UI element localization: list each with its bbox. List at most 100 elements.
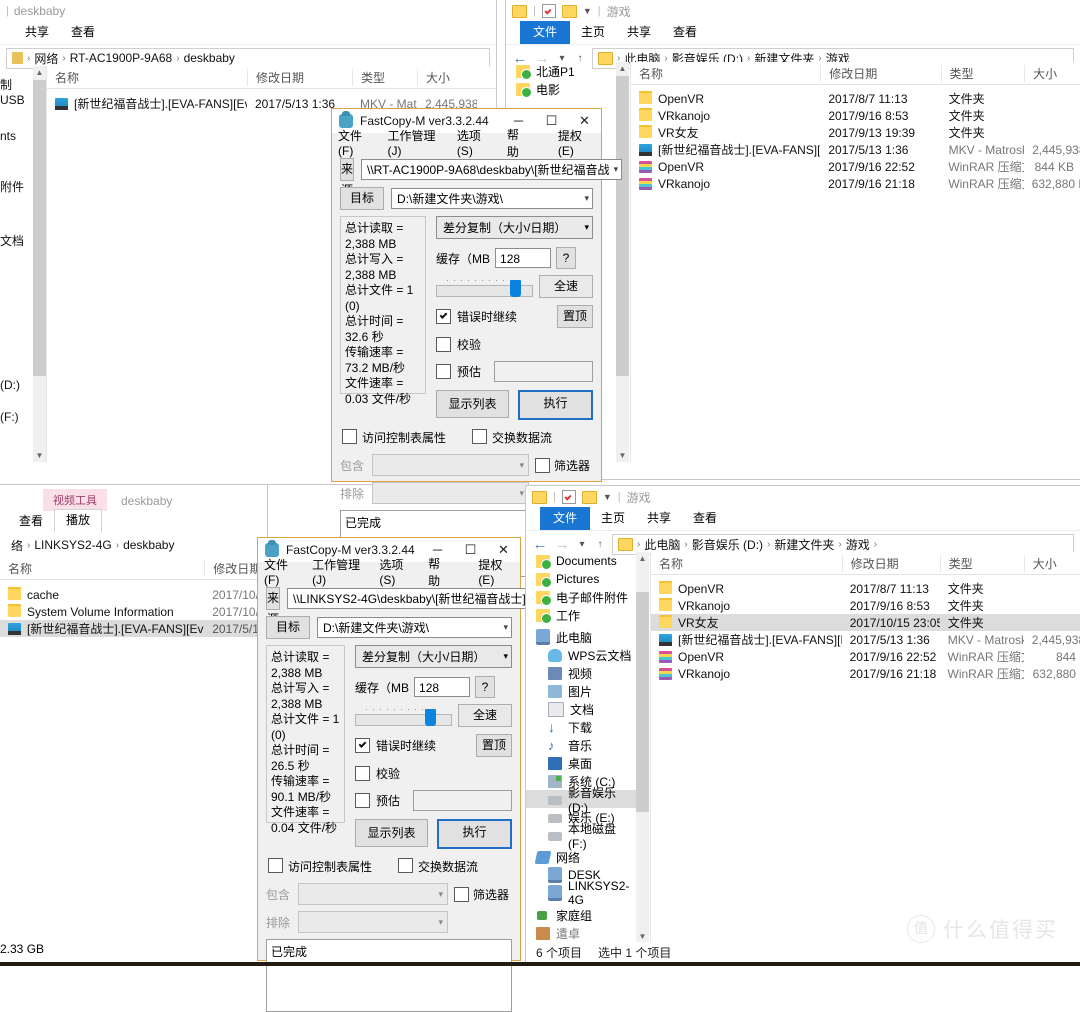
contextual-tab-group[interactable]: 视频工具 bbox=[43, 489, 107, 511]
tab-home[interactable]: 主页 bbox=[590, 508, 636, 530]
tab-file[interactable]: 文件 bbox=[540, 507, 591, 530]
full-speed-button[interactable]: 全速 bbox=[539, 275, 593, 298]
tree-item-drive-d[interactable]: 影音娱乐 (D:) bbox=[526, 786, 636, 815]
continue-on-error-checkbox[interactable] bbox=[355, 738, 370, 753]
tree-item-email-attachments[interactable]: 电子邮件附件 bbox=[526, 588, 636, 606]
column-headers[interactable]: 名称 修改日期 类型 大小 bbox=[631, 62, 1080, 85]
tree-item-videos[interactable]: 视频 bbox=[526, 664, 636, 682]
source-input[interactable]: \\LINKSYS2-4G\deskbaby\[新世纪福音战士].[E ▾ bbox=[287, 588, 553, 609]
help-button[interactable]: ? bbox=[556, 247, 577, 269]
target-button[interactable]: 目标 bbox=[266, 616, 310, 639]
column-name[interactable]: 名称 bbox=[0, 560, 204, 577]
target-input[interactable]: D:\新建文件夹\游戏\ ▾ bbox=[317, 617, 512, 638]
cell-name[interactable]: VR女友 bbox=[651, 614, 842, 631]
cell-name[interactable]: [新世纪福音战士].[EVA-FANS][Evangeli... bbox=[47, 95, 247, 112]
cell-name[interactable]: VRkanojo bbox=[651, 667, 842, 681]
table-row[interactable]: VR女友 2017/9/13 19:39 文件夹 bbox=[631, 124, 1080, 141]
tree-item-beitong[interactable]: 北通P1 bbox=[506, 62, 616, 80]
cell-name[interactable]: [新世纪福音战士].[EVA-FANS][Evangeli... bbox=[651, 631, 842, 648]
nav-scroll-thumb[interactable] bbox=[33, 80, 46, 376]
table-row[interactable]: [新世纪福音战士].[EVA-FANS][Evangeli... 2017/5/… bbox=[651, 631, 1080, 648]
cell-name[interactable]: [新世纪福音战士].[EVA-FANS][Evangeli... bbox=[0, 620, 204, 637]
tree-item-docs-frag[interactable]: 文档 bbox=[0, 232, 24, 249]
source-button[interactable]: 来源 bbox=[266, 587, 281, 626]
menubar-fastcopy-top[interactable]: 文件(F) 工作管理(J) 选项(S) 帮助 提权(E) bbox=[332, 128, 601, 159]
table-row[interactable]: VRkanojo 2017/9/16 21:18 WinRAR 压缩文件 632… bbox=[651, 665, 1080, 682]
column-size[interactable]: 大小 bbox=[1024, 64, 1080, 82]
file-list-network[interactable]: 名称 修改日期 类型 大小 [新世纪福音战士].[EVA-FANS][Evang… bbox=[47, 66, 496, 112]
navigation-pane-games-bottom[interactable]: Documents Pictures 电子邮件附件 工作 此电脑 WPS云文档 … bbox=[526, 552, 636, 942]
menubar-fastcopy-bottom[interactable]: 文件(F) 工作管理(J) 选项(S) 帮助 提权(E) bbox=[258, 557, 520, 588]
properties-icon[interactable] bbox=[561, 490, 576, 504]
chevron-down-icon[interactable]: ▾ bbox=[519, 460, 524, 471]
new-folder-icon[interactable] bbox=[581, 490, 597, 504]
filter-checkbox[interactable] bbox=[535, 457, 550, 473]
cache-input[interactable]: 128 bbox=[495, 248, 552, 268]
scroll-up-icon[interactable]: ▲ bbox=[636, 552, 649, 565]
cell-name[interactable]: OpenVR bbox=[651, 581, 842, 596]
acl-checkbox[interactable] bbox=[342, 429, 357, 444]
menu-elevate[interactable]: 提权(E) bbox=[558, 127, 601, 158]
ribbon-tabs-linksys[interactable]: 查看 播放 bbox=[0, 509, 267, 533]
table-row[interactable]: [新世纪福音战士].[EVA-FANS][Evangeli... 2017/5/… bbox=[0, 620, 267, 637]
menu-jobmgmt[interactable]: 工作管理(J) bbox=[312, 556, 364, 587]
column-date[interactable]: 修改日期 bbox=[841, 554, 940, 572]
tab-view[interactable]: 查看 bbox=[662, 22, 708, 44]
target-input[interactable]: D:\新建文件夹\游戏\ ▾ bbox=[391, 188, 593, 209]
up-icon[interactable]: ↑ bbox=[594, 539, 606, 550]
table-row[interactable]: System Volume Information 2017/10/15 bbox=[0, 603, 267, 620]
tab-share[interactable]: 共享 bbox=[636, 508, 682, 530]
tree-item-documents[interactable]: Documents bbox=[526, 552, 636, 570]
scroll-up-icon[interactable]: ▲ bbox=[616, 62, 629, 75]
nav-pane-scrollbar[interactable]: ▲ ▼ bbox=[33, 66, 46, 462]
nav-pane-scrollbar-games-bottom[interactable]: ▲ ▼ bbox=[636, 552, 649, 943]
tree-item-documents-frag[interactable]: nts bbox=[0, 129, 16, 143]
scroll-down-icon[interactable]: ▼ bbox=[33, 449, 46, 462]
altstream-checkbox-wrap[interactable]: 交换数据流 bbox=[472, 429, 552, 446]
ribbon-tabs-games-bottom[interactable]: 文件 主页 共享 查看 bbox=[526, 507, 1080, 530]
cell-name[interactable]: VRkanojo bbox=[631, 177, 820, 191]
breadcrumb-linksys[interactable]: LINKSYS2-4G bbox=[34, 538, 111, 552]
filter-wrap[interactable]: 筛选器 bbox=[535, 457, 593, 474]
exclude-input[interactable]: ▾ bbox=[372, 482, 529, 504]
tree-item-drive-d-frag[interactable]: (D:) bbox=[0, 378, 20, 392]
tree-item-music[interactable]: 音乐 bbox=[526, 736, 636, 754]
chevron-down-icon[interactable]: ▾ bbox=[438, 917, 443, 928]
window-linksys-deskbaby[interactable]: 视频工具 deskbaby 查看 播放 络 › LINKSYS2-4G › de… bbox=[0, 485, 268, 966]
altstream-checkbox[interactable] bbox=[398, 858, 414, 873]
filter-wrap[interactable]: 筛选器 bbox=[454, 886, 512, 903]
altstream-checkbox[interactable] bbox=[472, 429, 488, 444]
tab-view[interactable]: 查看 bbox=[60, 22, 106, 44]
chevron-down-icon[interactable]: ▾ bbox=[499, 622, 508, 633]
verify-row[interactable]: 校验 bbox=[355, 765, 512, 782]
tree-item-network[interactable]: 网络 bbox=[526, 848, 636, 866]
estimate-checkbox[interactable] bbox=[355, 793, 370, 808]
table-row[interactable]: VRkanojo 2017/9/16 8:53 文件夹 bbox=[651, 597, 1080, 614]
breadcrumb-deskbaby[interactable]: deskbaby bbox=[123, 538, 174, 552]
column-headers[interactable]: 名称 修改日期 类型 大小 bbox=[47, 66, 496, 89]
copy-mode-select[interactable]: 差分复制（大小/日期） ▾ bbox=[355, 645, 512, 668]
cell-name[interactable]: VR女友 bbox=[631, 124, 820, 141]
chevron-down-icon[interactable]: ▾ bbox=[610, 164, 619, 175]
source-button[interactable]: 来源 bbox=[340, 158, 355, 197]
tree-item-desktop[interactable]: 桌面 bbox=[526, 754, 636, 772]
menu-file[interactable]: 文件(F) bbox=[264, 556, 297, 587]
copy-mode-select[interactable]: 差分复制（大小/日期） ▾ bbox=[436, 216, 593, 239]
breadcrumb[interactable]: 络 › LINKSYS2-4G › deskbaby bbox=[6, 535, 261, 555]
tab-view[interactable]: 查看 bbox=[8, 511, 54, 533]
column-headers[interactable]: 名称 修改日期 bbox=[0, 557, 267, 580]
navigation-pane-games-top[interactable]: 北通P1 电影 bbox=[506, 62, 616, 98]
continue-on-error-row[interactable]: 错误时继续 置顶 bbox=[436, 305, 593, 328]
table-row[interactable]: VR女友 2017/10/15 23:05 文件夹 bbox=[651, 614, 1080, 631]
table-row[interactable]: cache 2017/10/15 bbox=[0, 586, 267, 603]
table-row[interactable]: OpenVR 2017/8/7 11:13 文件夹 bbox=[631, 90, 1080, 107]
window-games-bottom[interactable]: | ▼ | 游戏 文件 主页 共享 查看 ← → ▾ ↑ › 此电脑 › 影音娱… bbox=[525, 485, 1080, 966]
menu-jobmgmt[interactable]: 工作管理(J) bbox=[387, 127, 441, 158]
tab-share[interactable]: 共享 bbox=[14, 22, 60, 44]
breadcrumb-drive-d[interactable]: 影音娱乐 (D:) bbox=[692, 536, 763, 553]
column-size[interactable]: 大小 bbox=[1023, 554, 1080, 572]
tree-item-package[interactable]: 遣卓 bbox=[526, 924, 636, 942]
tree-item-usb[interactable]: 制USB bbox=[0, 76, 33, 107]
navigation-pane-network[interactable]: 制USB nts 附件 文档 (D:) (F:) bbox=[0, 68, 33, 458]
tree-item-this-pc[interactable]: 此电脑 bbox=[526, 628, 636, 646]
